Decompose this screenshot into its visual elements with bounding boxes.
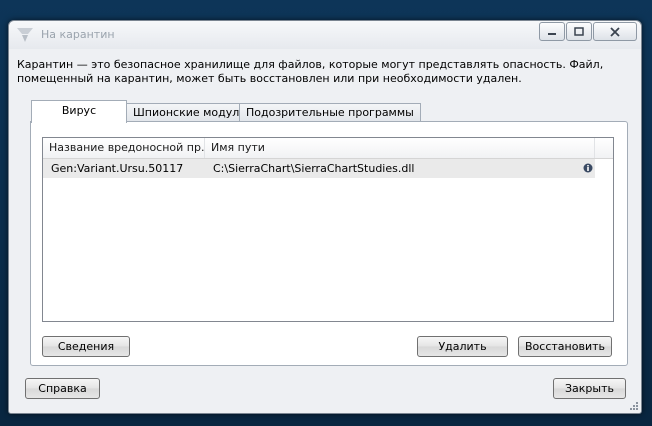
tab-virus-label: Вирус [61,104,97,117]
tab-spyware[interactable]: Шпионские модули [126,103,254,122]
tab-spyware-label: Шпионские модули [133,106,247,119]
row-threat-name: Gen:Variant.Ursu.50117 [51,162,184,175]
help-button[interactable]: Справка [25,378,100,399]
window-title: На карантин [41,28,115,41]
minimize-icon [548,32,556,35]
column-header-name[interactable]: Название вредоносной пр... [43,138,205,158]
maximize-icon [574,27,584,36]
info-icon[interactable] [583,163,593,173]
restore-button[interactable]: Восстановить [518,336,612,357]
quarantine-description: Карантин — это безопасное хранилище для … [17,58,604,85]
details-button[interactable]: Сведения [42,336,130,357]
delete-button[interactable]: Удалить [417,336,508,357]
tab-virus[interactable]: Вирус [31,100,127,123]
table-row[interactable]: Gen:Variant.Ursu.50117 C:\SierraChart\Si… [43,159,595,178]
quarantine-window: На карантин Карантин — это безопасное хр… [8,20,642,414]
row-file-path: C:\SierraChart\SierraChartStudies.dll [213,162,415,175]
list-header: Название вредоносной пр... Имя пути [43,138,613,159]
shield-app-icon [15,26,35,44]
tab-suspicious-label: Подозрительные программы [246,106,414,119]
maximize-button[interactable] [566,22,592,41]
resize-grip-icon[interactable] [629,401,639,411]
quarantine-list[interactable]: Название вредоносной пр... Имя пути Gen:… [42,137,614,322]
column-header-extra [595,138,613,158]
column-header-path[interactable]: Имя пути [205,138,595,158]
minimize-button[interactable] [539,22,565,41]
close-icon [610,26,620,37]
close-window-button[interactable] [593,22,637,41]
tab-suspicious[interactable]: Подозрительные программы [239,103,421,122]
tab-panel-virus: Название вредоносной пр... Имя пути Gen:… [30,121,628,366]
title-bar[interactable]: На карантин [9,21,641,49]
close-button[interactable]: Закрыть [553,378,626,399]
